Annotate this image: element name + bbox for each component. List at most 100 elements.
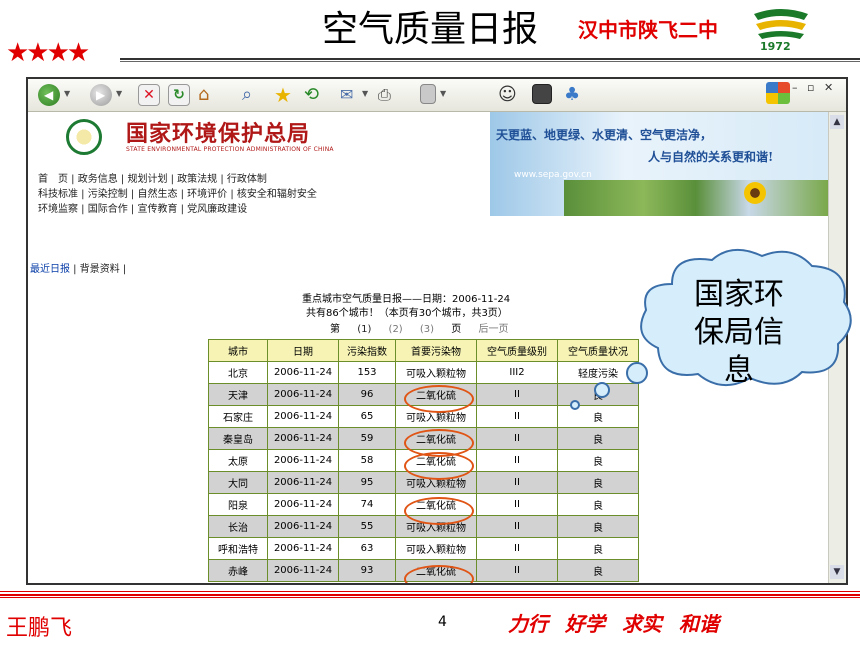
highlight-ring xyxy=(404,452,474,480)
cell-date: 2006-11-24 xyxy=(267,405,339,428)
print-icon[interactable]: ⎙ xyxy=(378,84,400,106)
nav-menu-row-2[interactable]: 科技标准 | 污染控制 | 自然生态 | 环境评价 | 核安全和辐射安全 xyxy=(38,185,317,200)
school-name: 汉中市陕飞二中 xyxy=(578,18,718,42)
report-tabs: 最近日报 | 背景资料 | xyxy=(30,260,126,275)
cell-index: 65 xyxy=(338,405,396,428)
cell-level: II xyxy=(476,405,558,428)
table-row: 北京 2006-11-24 153 可吸入颗粒物 III2 轻度污染 xyxy=(208,361,639,384)
cell-date: 2006-11-24 xyxy=(267,559,339,582)
cell-city: 太原 xyxy=(208,449,268,472)
cell-status: 良 xyxy=(557,427,639,450)
header-pollutant: 首要污染物 xyxy=(395,339,477,362)
cell-date: 2006-11-24 xyxy=(267,515,339,538)
back-button[interactable]: ◀ xyxy=(38,84,60,106)
cell-city: 长治 xyxy=(208,515,268,538)
cell-index: 63 xyxy=(338,537,396,560)
pager-page-2[interactable]: (2) xyxy=(389,324,403,335)
cell-status: 良 xyxy=(557,449,639,472)
browser-toolbar: ◀ ▼ ▶ ▼ ✕ ↻ ⌂ ⌕ ★ ⟲ ✉ ▼ ⎙ ▼ ☺ ♣ – ▫ ✕ xyxy=(28,79,846,112)
cell-level: III2 xyxy=(476,361,558,384)
cell-level: II xyxy=(476,537,558,560)
edit-page-icon[interactable] xyxy=(420,84,436,104)
tab-latest-report[interactable]: 最近日报 xyxy=(30,264,70,275)
back-dropdown-icon[interactable]: ▼ xyxy=(64,89,70,98)
header-city: 城市 xyxy=(208,339,268,362)
cell-date: 2006-11-24 xyxy=(267,427,339,450)
cell-level: II xyxy=(476,559,558,582)
callout-bubble-medium xyxy=(594,382,610,398)
header-level: 空气质量级别 xyxy=(476,339,558,362)
slogan-line-1: 天更蓝、地更绿、水更清、空气更洁净， xyxy=(496,128,713,142)
site-url: www.sepa.gov.cn xyxy=(514,170,592,180)
cell-index: 58 xyxy=(338,449,396,472)
cell-level: II xyxy=(476,383,558,406)
refresh-button[interactable]: ↻ xyxy=(168,84,190,106)
cell-city: 呼和浩特 xyxy=(208,537,268,560)
cell-status: 良 xyxy=(557,405,639,428)
cell-city: 大同 xyxy=(208,471,268,494)
nav-menu-row-1[interactable]: 首 页 | 政务信息 | 规划计划 | 政策法规 | 行政体制 xyxy=(38,170,267,185)
cell-level: II xyxy=(476,515,558,538)
header-date: 日期 xyxy=(267,339,339,362)
cell-level: II xyxy=(476,427,558,450)
home-icon[interactable]: ⌂ xyxy=(198,84,220,106)
cell-status: 良 xyxy=(557,515,639,538)
forward-button[interactable]: ▶ xyxy=(90,84,112,106)
cell-status: 良 xyxy=(557,493,639,516)
edit-dropdown-icon[interactable]: ▼ xyxy=(440,89,446,98)
pager-suffix: 页 xyxy=(451,324,462,335)
cell-pollutant: 可吸入颗粒物 xyxy=(395,361,477,384)
table-row: 呼和浩特 2006-11-24 63 可吸入颗粒物 II 良 xyxy=(208,537,639,560)
star-row-icon: ★★★★ xyxy=(6,38,90,68)
history-icon[interactable]: ⟲ xyxy=(304,84,326,106)
back-arrow-icon: ◀ xyxy=(44,88,54,102)
cell-date: 2006-11-24 xyxy=(267,493,339,516)
slide-title: 空气质量日报 xyxy=(322,9,539,50)
cell-index: 55 xyxy=(338,515,396,538)
pager-page-3[interactable]: (3) xyxy=(420,324,434,335)
messenger-icon[interactable]: ☺ xyxy=(498,84,520,106)
forward-dropdown-icon[interactable]: ▼ xyxy=(116,89,122,98)
mail-icon[interactable]: ✉ xyxy=(340,84,362,106)
stop-button[interactable]: ✕ xyxy=(138,84,160,106)
slide-page-number: 4 xyxy=(438,614,447,630)
scroll-down-arrow-icon[interactable]: ▼ xyxy=(830,565,844,579)
cell-level: II xyxy=(476,493,558,516)
mail-dropdown-icon[interactable]: ▼ xyxy=(362,89,368,98)
cell-index: 59 xyxy=(338,427,396,450)
cell-index: 96 xyxy=(338,383,396,406)
header-rule xyxy=(120,58,860,64)
cell-status: 良 xyxy=(557,471,639,494)
windows-logo-icon xyxy=(766,82,790,104)
cell-city: 天津 xyxy=(208,383,268,406)
sunflower-icon xyxy=(744,182,766,204)
favorites-star-icon[interactable]: ★ xyxy=(274,84,296,106)
cell-date: 2006-11-24 xyxy=(267,449,339,472)
research-icon[interactable] xyxy=(532,84,552,104)
site-banner: 国家环境保护总局 STATE ENVIRONMENTAL PROTECTION … xyxy=(28,112,498,168)
cell-date: 2006-11-24 xyxy=(267,361,339,384)
header-status: 空气质量状况 xyxy=(557,339,639,362)
pager-prefix: 第 xyxy=(330,324,340,335)
cell-index: 74 xyxy=(338,493,396,516)
pager-next[interactable]: 后一页 xyxy=(478,324,508,335)
cell-level: II xyxy=(476,449,558,472)
cell-status: 良 xyxy=(557,537,639,560)
search-icon[interactable]: ⌕ xyxy=(242,84,264,106)
cell-pollutant: 可吸入颗粒物 xyxy=(395,537,477,560)
pager: 第 (1) (2) (3) 页 后一页 xyxy=(330,320,522,335)
nature-photo-strip xyxy=(564,180,828,216)
tab-background-info[interactable]: 背景资料 | xyxy=(80,264,127,275)
window-controls[interactable]: – ▫ ✕ xyxy=(792,81,836,94)
school-motto: 力行 好学 求实 和谐 xyxy=(508,612,719,636)
callout-bubble-large xyxy=(626,362,648,384)
nav-menu-row-3[interactable]: 环境监察 | 国际合作 | 宣传教育 | 党风廉政建设 xyxy=(38,200,247,215)
footer-rule xyxy=(0,591,860,599)
pager-page-1[interactable]: (1) xyxy=(357,324,371,335)
cell-city: 秦皇岛 xyxy=(208,427,268,450)
slogan-line-2: 人与自然的关系更和谐! xyxy=(648,150,774,164)
discuss-icon[interactable]: ♣ xyxy=(564,84,586,106)
scroll-up-arrow-icon[interactable]: ▲ xyxy=(830,115,844,129)
agency-name: 国家环境保护总局 xyxy=(126,121,311,147)
cell-date: 2006-11-24 xyxy=(267,471,339,494)
